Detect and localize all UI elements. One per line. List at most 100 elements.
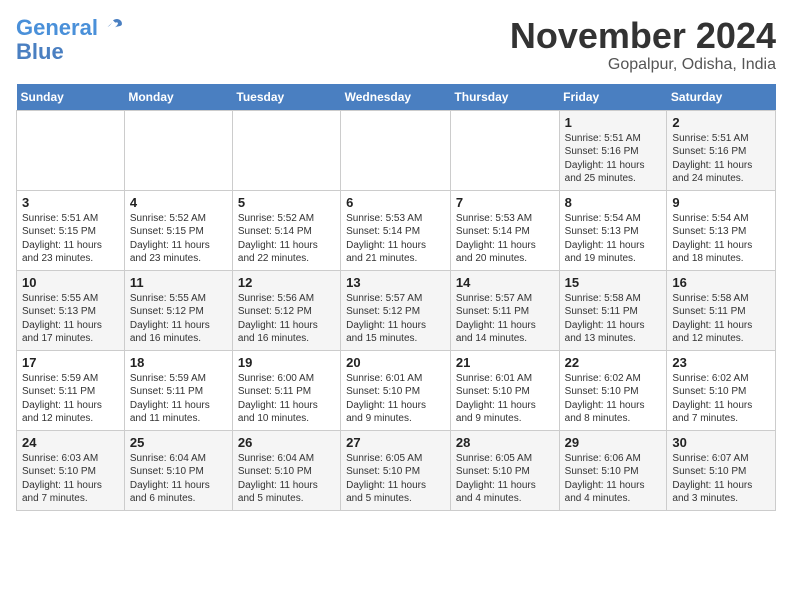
weekday-header: Saturday xyxy=(667,84,776,111)
calendar-cell: 5Sunrise: 5:52 AM Sunset: 5:14 PM Daylig… xyxy=(232,190,340,270)
calendar-cell: 9 Sunrise: 5:54 AM Sunset: 5:13 PM Daylig… xyxy=(667,190,776,270)
logo: GeneralBlue xyxy=(16,16,124,64)
month-title: November 2024 xyxy=(510,16,776,56)
weekday-header: Monday xyxy=(124,84,232,111)
day-info: Sunrise: 5:58 AM Sunset: 5:11 PM Dayligh… xyxy=(672,292,770,346)
calendar-cell: 24 Sunrise: 6:03 AM Sunset: 5:10 PM Dayli… xyxy=(17,430,125,510)
day-info: Sunrise: 6:06 AM Sunset: 5:10 PM Dayligh… xyxy=(565,452,662,506)
day-number: 19 xyxy=(238,355,335,370)
calendar-week-row: 17 Sunrise: 5:59 AM Sunset: 5:11 PM Dayli… xyxy=(17,350,776,430)
calendar-cell: 15 Sunrise: 5:58 AM Sunset: 5:11 PM Dayli… xyxy=(559,270,667,350)
calendar-cell: 16 Sunrise: 5:58 AM Sunset: 5:11 PM Dayli… xyxy=(667,270,776,350)
calendar-week-row: 1Sunrise: 5:51 AM Sunset: 5:16 PM Daylig… xyxy=(17,110,776,190)
day-info: Sunrise: 5:54 AM Sunset: 5:13 PM Dayligh… xyxy=(672,212,770,266)
calendar-cell: 1Sunrise: 5:51 AM Sunset: 5:16 PM Daylig… xyxy=(559,110,667,190)
calendar-cell xyxy=(450,110,559,190)
calendar-table: SundayMondayTuesdayWednesdayThursdayFrid… xyxy=(16,84,776,511)
weekday-header: Friday xyxy=(559,84,667,111)
day-info: Sunrise: 6:01 AM Sunset: 5:10 PM Dayligh… xyxy=(346,372,445,426)
day-number: 7 xyxy=(456,195,554,210)
day-number: 3 xyxy=(22,195,119,210)
weekday-header: Thursday xyxy=(450,84,559,111)
day-number: 6 xyxy=(346,195,445,210)
day-number: 16 xyxy=(672,275,770,290)
day-info: Sunrise: 6:07 AM Sunset: 5:10 PM Dayligh… xyxy=(672,452,770,506)
weekday-header: Sunday xyxy=(17,84,125,111)
day-info: Sunrise: 5:59 AM Sunset: 5:11 PM Dayligh… xyxy=(130,372,227,426)
calendar-cell: 6 Sunrise: 5:53 AM Sunset: 5:14 PM Daylig… xyxy=(341,190,451,270)
day-number: 23 xyxy=(672,355,770,370)
day-info: Sunrise: 6:02 AM Sunset: 5:10 PM Dayligh… xyxy=(672,372,770,426)
day-info: Sunrise: 6:00 AM Sunset: 5:11 PM Dayligh… xyxy=(238,372,335,426)
day-number: 14 xyxy=(456,275,554,290)
calendar-cell: 30 Sunrise: 6:07 AM Sunset: 5:10 PM Dayli… xyxy=(667,430,776,510)
calendar-cell: 17 Sunrise: 5:59 AM Sunset: 5:11 PM Dayli… xyxy=(17,350,125,430)
calendar-cell xyxy=(17,110,125,190)
day-info: Sunrise: 6:02 AM Sunset: 5:10 PM Dayligh… xyxy=(565,372,662,426)
calendar-cell: 28Sunrise: 6:05 AM Sunset: 5:10 PM Dayli… xyxy=(450,430,559,510)
day-info: Sunrise: 5:52 AM Sunset: 5:15 PM Dayligh… xyxy=(130,212,227,266)
weekday-header: Tuesday xyxy=(232,84,340,111)
day-info: Sunrise: 5:55 AM Sunset: 5:12 PM Dayligh… xyxy=(130,292,227,346)
day-info: Sunrise: 5:58 AM Sunset: 5:11 PM Dayligh… xyxy=(565,292,662,346)
page-header: GeneralBlue November 2024 Gopalpur, Odis… xyxy=(16,16,776,74)
calendar-cell: 20 Sunrise: 6:01 AM Sunset: 5:10 PM Dayli… xyxy=(341,350,451,430)
day-number: 15 xyxy=(565,275,662,290)
calendar-cell: 29Sunrise: 6:06 AM Sunset: 5:10 PM Dayli… xyxy=(559,430,667,510)
logo-bird-icon xyxy=(102,16,124,38)
logo-text: GeneralBlue xyxy=(16,16,98,64)
day-info: Sunrise: 6:05 AM Sunset: 5:10 PM Dayligh… xyxy=(346,452,445,506)
day-info: Sunrise: 6:04 AM Sunset: 5:10 PM Dayligh… xyxy=(130,452,227,506)
day-number: 20 xyxy=(346,355,445,370)
day-number: 10 xyxy=(22,275,119,290)
day-info: Sunrise: 5:54 AM Sunset: 5:13 PM Dayligh… xyxy=(565,212,662,266)
calendar-cell: 13Sunrise: 5:57 AM Sunset: 5:12 PM Dayli… xyxy=(341,270,451,350)
day-number: 22 xyxy=(565,355,662,370)
day-number: 30 xyxy=(672,435,770,450)
day-info: Sunrise: 6:01 AM Sunset: 5:10 PM Dayligh… xyxy=(456,372,554,426)
calendar-cell xyxy=(124,110,232,190)
day-number: 2 xyxy=(672,115,770,130)
day-info: Sunrise: 5:51 AM Sunset: 5:16 PM Dayligh… xyxy=(672,132,770,186)
location: Gopalpur, Odisha, India xyxy=(510,56,776,74)
day-info: Sunrise: 5:57 AM Sunset: 5:12 PM Dayligh… xyxy=(346,292,445,346)
calendar-cell xyxy=(232,110,340,190)
day-number: 12 xyxy=(238,275,335,290)
calendar-cell: 23 Sunrise: 6:02 AM Sunset: 5:10 PM Dayli… xyxy=(667,350,776,430)
day-info: Sunrise: 5:53 AM Sunset: 5:14 PM Dayligh… xyxy=(456,212,554,266)
calendar-cell: 18 Sunrise: 5:59 AM Sunset: 5:11 PM Dayli… xyxy=(124,350,232,430)
calendar-body: 1Sunrise: 5:51 AM Sunset: 5:16 PM Daylig… xyxy=(17,110,776,510)
calendar-cell: 27 Sunrise: 6:05 AM Sunset: 5:10 PM Dayli… xyxy=(341,430,451,510)
day-info: Sunrise: 6:05 AM Sunset: 5:10 PM Dayligh… xyxy=(456,452,554,506)
day-number: 27 xyxy=(346,435,445,450)
calendar-cell: 7 Sunrise: 5:53 AM Sunset: 5:14 PM Daylig… xyxy=(450,190,559,270)
day-number: 25 xyxy=(130,435,227,450)
day-number: 9 xyxy=(672,195,770,210)
calendar-cell: 3Sunrise: 5:51 AM Sunset: 5:15 PM Daylig… xyxy=(17,190,125,270)
day-info: Sunrise: 5:56 AM Sunset: 5:12 PM Dayligh… xyxy=(238,292,335,346)
calendar-cell: 25 Sunrise: 6:04 AM Sunset: 5:10 PM Dayli… xyxy=(124,430,232,510)
calendar-cell: 14 Sunrise: 5:57 AM Sunset: 5:11 PM Dayli… xyxy=(450,270,559,350)
day-info: Sunrise: 5:59 AM Sunset: 5:11 PM Dayligh… xyxy=(22,372,119,426)
day-number: 17 xyxy=(22,355,119,370)
day-number: 26 xyxy=(238,435,335,450)
calendar-cell: 21Sunrise: 6:01 AM Sunset: 5:10 PM Dayli… xyxy=(450,350,559,430)
calendar-week-row: 3Sunrise: 5:51 AM Sunset: 5:15 PM Daylig… xyxy=(17,190,776,270)
day-number: 11 xyxy=(130,275,227,290)
calendar-cell: 22 Sunrise: 6:02 AM Sunset: 5:10 PM Dayli… xyxy=(559,350,667,430)
day-number: 18 xyxy=(130,355,227,370)
calendar-cell: 4Sunrise: 5:52 AM Sunset: 5:15 PM Daylig… xyxy=(124,190,232,270)
day-info: Sunrise: 6:03 AM Sunset: 5:10 PM Dayligh… xyxy=(22,452,119,506)
calendar-cell: 2 Sunrise: 5:51 AM Sunset: 5:16 PM Daylig… xyxy=(667,110,776,190)
weekday-header: Wednesday xyxy=(341,84,451,111)
calendar-cell: 8 Sunrise: 5:54 AM Sunset: 5:13 PM Daylig… xyxy=(559,190,667,270)
day-number: 8 xyxy=(565,195,662,210)
day-info: Sunrise: 5:53 AM Sunset: 5:14 PM Dayligh… xyxy=(346,212,445,266)
calendar-header-row: SundayMondayTuesdayWednesdayThursdayFrid… xyxy=(17,84,776,111)
day-number: 5 xyxy=(238,195,335,210)
day-number: 24 xyxy=(22,435,119,450)
day-info: Sunrise: 5:57 AM Sunset: 5:11 PM Dayligh… xyxy=(456,292,554,346)
calendar-cell xyxy=(341,110,451,190)
calendar-cell: 26Sunrise: 6:04 AM Sunset: 5:10 PM Dayli… xyxy=(232,430,340,510)
calendar-cell: 10Sunrise: 5:55 AM Sunset: 5:13 PM Dayli… xyxy=(17,270,125,350)
